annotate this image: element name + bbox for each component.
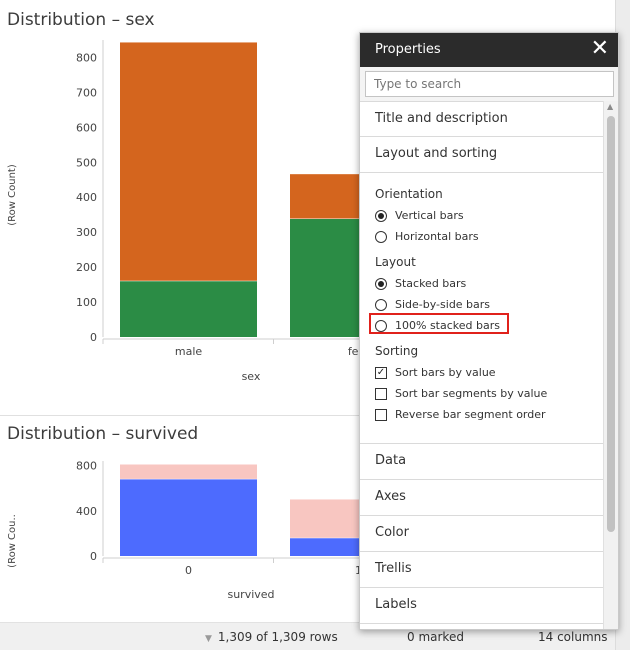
scroll-thumb[interactable] bbox=[607, 116, 615, 532]
properties-body: Title and description Layout and sorting… bbox=[360, 101, 605, 629]
marked-count: 0 marked bbox=[407, 630, 464, 644]
bar-segment bbox=[120, 280, 257, 337]
option-label: Vertical bars bbox=[395, 209, 464, 222]
option-sort-bar-segments-by-value[interactable]: Sort bar segments by value bbox=[375, 383, 605, 404]
y-tick-label: 700 bbox=[76, 86, 97, 99]
section-layout-and-sorting[interactable]: Layout and sorting bbox=[360, 137, 605, 173]
option-side-by-side-bars[interactable]: Side-by-side bars bbox=[375, 294, 605, 315]
bar-segment bbox=[120, 478, 257, 556]
layout-label: Layout bbox=[375, 255, 416, 269]
column-count: 14 columns bbox=[538, 630, 608, 644]
section-labels[interactable]: Labels bbox=[360, 588, 605, 624]
bar-segment bbox=[120, 464, 257, 479]
option-stacked-bars[interactable]: Stacked bars bbox=[375, 273, 605, 294]
chart-title: Distribution – survived bbox=[7, 424, 199, 444]
search-input[interactable] bbox=[365, 71, 614, 97]
y-tick-label: 400 bbox=[76, 191, 97, 204]
option-label: Reverse bar segment order bbox=[395, 408, 546, 421]
y-tick-label: 500 bbox=[76, 156, 97, 169]
option-label: Side-by-side bars bbox=[395, 298, 491, 311]
caret-down-icon: ▼ bbox=[205, 634, 212, 644]
scroll-up-icon[interactable]: ▲ bbox=[607, 102, 613, 111]
option-100-percent-stacked-bars[interactable]: 100% stacked bars bbox=[369, 313, 605, 336]
x-tick-label: male bbox=[175, 345, 203, 358]
orientation-label: Orientation bbox=[375, 187, 443, 201]
layout-and-sorting-content: Orientation Vertical bars Horizontal bar… bbox=[360, 173, 605, 444]
option-label: Stacked bars bbox=[395, 277, 467, 290]
option-vertical-bars[interactable]: Vertical bars bbox=[375, 205, 605, 226]
radio-icon[interactable] bbox=[375, 298, 387, 311]
option-label: Sort bars by value bbox=[395, 366, 496, 379]
option-label: 100% stacked bars bbox=[395, 319, 500, 332]
properties-scrollbar[interactable]: ▲ bbox=[603, 101, 618, 629]
checkbox-icon[interactable] bbox=[375, 387, 387, 400]
option-label: Sort bar segments by value bbox=[395, 387, 548, 400]
section-trellis[interactable]: Trellis bbox=[360, 552, 605, 588]
chart-title: Distribution – sex bbox=[7, 10, 155, 30]
section-title-and-description[interactable]: Title and description bbox=[360, 101, 605, 137]
checkbox-checked-icon[interactable]: ✓ bbox=[375, 366, 387, 379]
x-axis-label: sex bbox=[242, 370, 261, 383]
properties-header: Properties ✕ bbox=[360, 33, 618, 67]
properties-title: Properties bbox=[375, 42, 441, 57]
section-data[interactable]: Data bbox=[360, 444, 605, 480]
radio-icon[interactable] bbox=[375, 230, 387, 243]
search-area bbox=[360, 67, 618, 101]
radio-selected-icon[interactable] bbox=[375, 209, 387, 222]
section-color[interactable]: Color bbox=[360, 516, 605, 552]
option-horizontal-bars[interactable]: Horizontal bars bbox=[375, 226, 605, 247]
y-tick-label: 400 bbox=[76, 505, 97, 518]
y-axis-label: (Row Cou.. bbox=[7, 514, 18, 568]
y-tick-label: 100 bbox=[76, 296, 97, 309]
y-tick-label: 800 bbox=[76, 460, 97, 473]
x-axis-label: survived bbox=[227, 588, 274, 601]
option-reverse-bar-segment-order[interactable]: Reverse bar segment order bbox=[375, 404, 605, 425]
section-axes[interactable]: Axes bbox=[360, 480, 605, 516]
x-tick-label: 0 bbox=[185, 564, 192, 577]
sorting-label: Sorting bbox=[375, 344, 419, 358]
option-label: Horizontal bars bbox=[395, 230, 479, 243]
properties-dialog: Properties ✕ Title and description Layou… bbox=[359, 32, 619, 630]
option-sort-bars-by-value[interactable]: ✓ Sort bars by value bbox=[375, 362, 605, 383]
row-count-label: 1,309 of 1,309 rows bbox=[217, 630, 338, 644]
y-axis-label: (Row Count) bbox=[7, 164, 18, 226]
y-tick-label: 600 bbox=[76, 121, 97, 134]
y-tick-label: 0 bbox=[90, 550, 97, 563]
close-icon[interactable]: ✕ bbox=[591, 37, 609, 61]
radio-icon[interactable] bbox=[375, 319, 387, 332]
radio-selected-icon[interactable] bbox=[375, 277, 387, 290]
bar-segment bbox=[120, 42, 257, 281]
y-tick-label: 800 bbox=[76, 51, 97, 64]
row-count[interactable]: ▼ 1,309 of 1,309 rows bbox=[205, 630, 338, 644]
y-tick-label: 200 bbox=[76, 261, 97, 274]
checkbox-icon[interactable] bbox=[375, 408, 387, 421]
y-tick-label: 0 bbox=[90, 331, 97, 344]
y-tick-label: 300 bbox=[76, 226, 97, 239]
